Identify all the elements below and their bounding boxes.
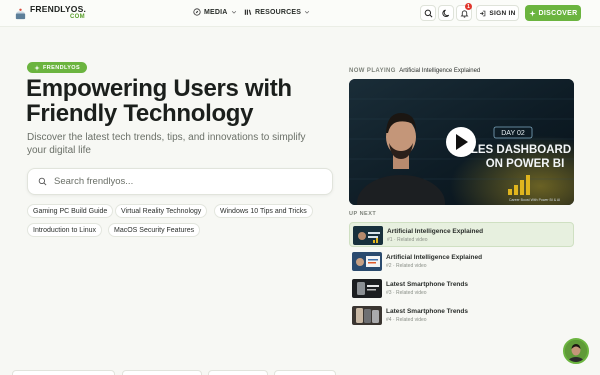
video-title-line2: ON POWER BI bbox=[486, 158, 565, 170]
search-icon bbox=[38, 177, 47, 186]
topic-chip[interactable]: Gaming PC Build Guide bbox=[27, 204, 114, 218]
notification-badge: 1 bbox=[465, 3, 472, 10]
playlist-item-meta: #4 · Related video bbox=[386, 317, 427, 323]
now-playing-tag: NOW PLAYING bbox=[349, 68, 396, 74]
content-card[interactable] bbox=[12, 370, 115, 375]
nav-resources-label: RESOURCES bbox=[255, 8, 302, 16]
playlist-item[interactable]: Latest Smartphone Trends #3 · Related vi… bbox=[349, 276, 574, 301]
top-navbar: FRENDLYOS. COM MEDIA RESOURCES 1 SIGN IN… bbox=[0, 0, 600, 27]
up-next-label: UP NEXT bbox=[349, 211, 377, 217]
chevron-down-icon bbox=[231, 10, 236, 14]
moon-icon bbox=[441, 9, 449, 17]
now-playing-title: Artificial Intelligence Explained bbox=[399, 68, 481, 74]
login-icon bbox=[480, 10, 486, 16]
video-player[interactable]: DAY 02 LES DASHBOARD ON POWER BI Career … bbox=[349, 79, 574, 205]
playlist-item[interactable]: Latest Smartphone Trends #4 · Related vi… bbox=[349, 303, 574, 328]
sign-in-button[interactable]: SIGN IN bbox=[476, 5, 519, 21]
nav-media-label: MEDIA bbox=[204, 8, 228, 16]
playlist-item-meta: #2 · Related video bbox=[386, 263, 427, 269]
search-box[interactable] bbox=[27, 168, 333, 195]
logo-cake-icon bbox=[15, 8, 26, 20]
discover-label: DISCOVER bbox=[538, 9, 578, 17]
theme-toggle-button[interactable] bbox=[438, 5, 454, 21]
search-button[interactable] bbox=[420, 5, 436, 21]
chevron-down-icon bbox=[305, 10, 310, 14]
chat-avatar-button[interactable] bbox=[563, 338, 589, 364]
sparkle-icon bbox=[528, 9, 536, 17]
playlist-item-title: Artificial Intelligence Explained bbox=[386, 254, 483, 261]
playlist-thumbnail bbox=[352, 252, 382, 271]
playlist-item[interactable]: Artificial Intelligence Explained #2 · R… bbox=[349, 249, 574, 274]
hero-badge: FRENDLYOS bbox=[27, 62, 88, 73]
playlist-item[interactable]: Artificial Intelligence Explained #1 · R… bbox=[349, 222, 574, 247]
video-title-line1: LES DASHBOARD bbox=[471, 144, 571, 156]
playlist-item-title: Latest Smartphone Trends bbox=[386, 281, 468, 288]
topic-chip[interactable]: Windows 10 Tips and Tricks bbox=[214, 204, 313, 218]
sparkle-icon bbox=[34, 64, 40, 71]
playlist-item-meta: #3 · Related video bbox=[386, 290, 427, 296]
video-caption: Career Boost With Power BI & AI bbox=[509, 198, 560, 202]
search-icon bbox=[424, 9, 432, 17]
avatar bbox=[565, 340, 587, 362]
logo-text: FRENDLYOS. bbox=[30, 4, 87, 14]
topic-chip[interactable]: MacOS Security Features bbox=[108, 223, 201, 237]
video-day-text: DAY 02 bbox=[501, 130, 525, 137]
nav-resources[interactable]: RESOURCES bbox=[244, 8, 310, 16]
content-card[interactable] bbox=[208, 370, 268, 375]
search-input[interactable] bbox=[54, 176, 314, 187]
compass-icon bbox=[193, 8, 201, 16]
playlist-thumbnail bbox=[353, 226, 383, 245]
video-thumbnail: DAY 02 LES DASHBOARD ON POWER BI Career … bbox=[349, 79, 574, 205]
content-card[interactable] bbox=[274, 370, 336, 375]
playlist-thumbnail bbox=[352, 279, 382, 298]
logo[interactable]: FRENDLYOS. COM bbox=[14, 5, 86, 21]
logo-subtext: COM bbox=[70, 14, 85, 20]
hero-badge-label: FRENDLYOS bbox=[43, 64, 81, 71]
sign-in-label: SIGN IN bbox=[489, 9, 516, 17]
playlist-item-meta: #1 · Related video bbox=[387, 237, 428, 243]
nav-media[interactable]: MEDIA bbox=[193, 8, 237, 16]
playlist-item-title: Artificial Intelligence Explained bbox=[387, 228, 484, 235]
hero-subtitle: Discover the latest tech trends, tips, a… bbox=[27, 132, 306, 156]
playlist-thumbnail bbox=[352, 306, 382, 325]
library-icon bbox=[244, 9, 252, 15]
topic-chip[interactable]: Virtual Reality Technology bbox=[115, 204, 208, 218]
content-card[interactable] bbox=[122, 370, 202, 375]
discover-button[interactable]: DISCOVER bbox=[525, 5, 581, 21]
hero-title: Empowering Users with Friendly Technolog… bbox=[26, 75, 292, 127]
now-playing-label: NOW PLAYING Artificial Intelligence Expl… bbox=[349, 68, 480, 74]
playlist-item-title: Latest Smartphone Trends bbox=[386, 308, 468, 315]
topic-chip[interactable]: Introduction to Linux bbox=[27, 223, 103, 237]
